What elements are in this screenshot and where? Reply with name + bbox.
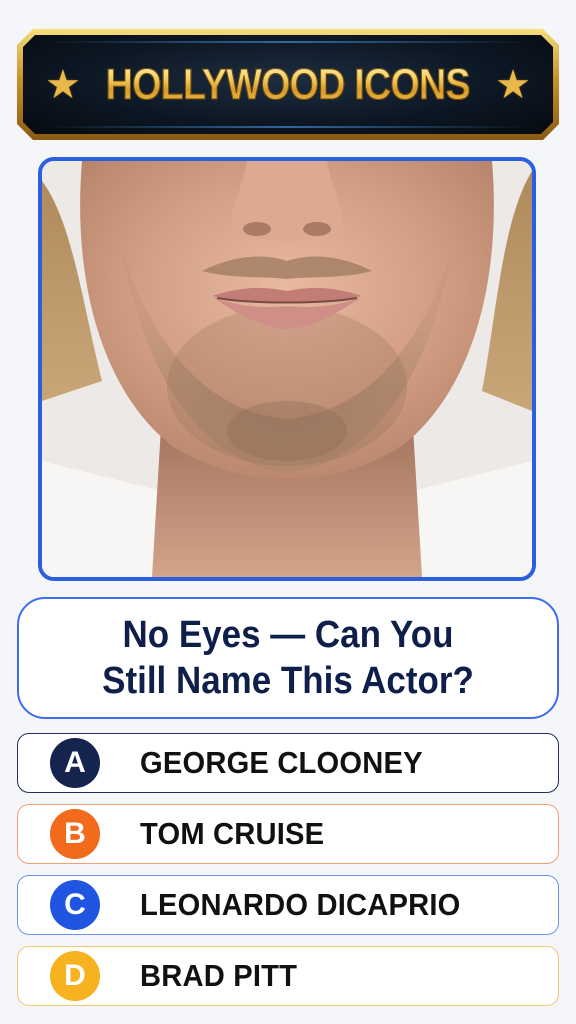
option-d-badge: D <box>50 951 100 1001</box>
option-c-badge: C <box>50 880 100 930</box>
option-c-label: LEONARDO DICAPRIO <box>140 887 461 922</box>
option-a-label: GEORGE CLOONEY <box>140 745 423 780</box>
answer-option-d[interactable]: D BRAD PITT <box>17 946 559 1006</box>
question-text: No Eyes — Can You Still Name This Actor? <box>102 614 474 702</box>
option-d-label: BRAD PITT <box>140 958 298 993</box>
answer-option-c[interactable]: C LEONARDO DICAPRIO <box>17 875 559 935</box>
star-icon: ★ <box>495 62 531 107</box>
answer-option-a[interactable]: A GEORGE CLOONEY <box>17 733 559 793</box>
option-b-badge: B <box>50 809 100 859</box>
answer-option-b[interactable]: B TOM CRUISE <box>17 804 559 864</box>
question-card: No Eyes — Can You Still Name This Actor? <box>17 597 559 719</box>
actor-face-illustration <box>42 161 532 577</box>
actor-photo <box>38 157 536 581</box>
page-title: HOLLYWOOD ICONS <box>105 59 471 109</box>
title-banner: ★ HOLLYWOOD ICONS ★ <box>17 29 559 140</box>
title-banner-panel: ★ HOLLYWOOD ICONS ★ <box>23 35 553 134</box>
star-icon: ★ <box>45 62 81 107</box>
option-a-badge: A <box>50 738 100 788</box>
option-b-label: TOM CRUISE <box>140 816 325 851</box>
